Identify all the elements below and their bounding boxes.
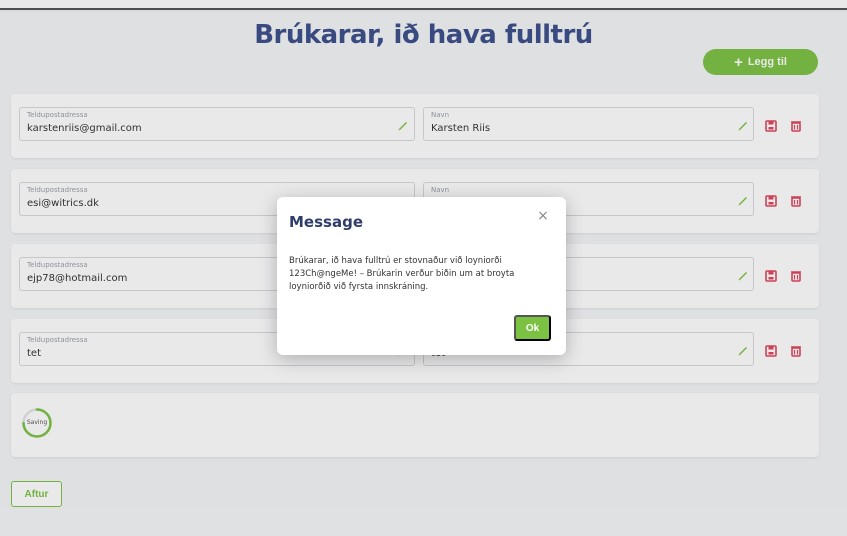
close-icon[interactable]: ×	[536, 209, 550, 223]
dialog-title: Message	[289, 213, 363, 231]
ok-button[interactable]: Ok	[514, 315, 551, 341]
message-dialog: Message × Brúkarar, ið hava fulltrú er s…	[277, 197, 566, 355]
dialog-message: Brúkarar, ið hava fulltrú er stovnaður v…	[289, 256, 515, 292]
